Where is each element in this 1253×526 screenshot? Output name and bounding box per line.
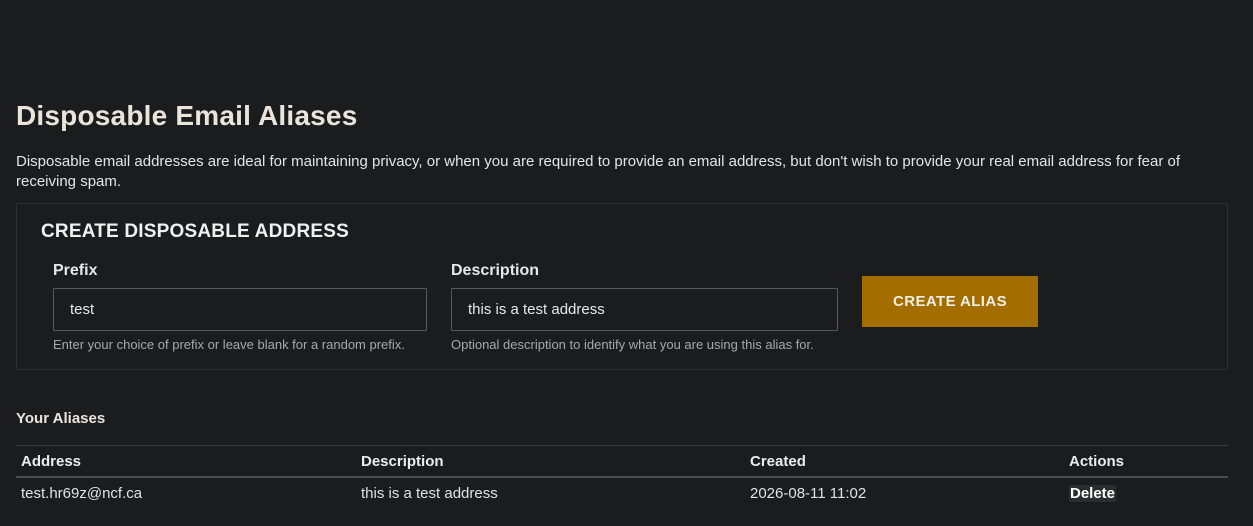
description-field-group: Description Optional description to iden…: [451, 262, 838, 352]
description-help-text: Optional description to identify what yo…: [451, 337, 814, 352]
create-alias-card: CREATE DISPOSABLE ADDRESS Prefix Enter y…: [16, 203, 1228, 370]
column-header-created: Created: [745, 445, 1064, 478]
page: Disposable Email Aliases Disposable emai…: [0, 0, 1253, 526]
create-alias-button[interactable]: CREATE ALIAS: [862, 276, 1038, 327]
aliases-section-title: Your Aliases: [16, 410, 106, 427]
table-row: test.hr69z@ncf.ca this is a test address…: [16, 477, 1228, 508]
column-header-actions: Actions: [1064, 445, 1228, 478]
page-title: Disposable Email Aliases: [16, 100, 358, 131]
prefix-label: Prefix: [53, 262, 98, 279]
alias-description: this is a test address: [361, 484, 498, 502]
column-header-description: Description: [356, 445, 745, 478]
delete-alias-button[interactable]: Delete: [1069, 484, 1117, 502]
prefix-field-group: Prefix Enter your choice of prefix or le…: [53, 262, 427, 352]
table-header-row: Address Description Created Actions: [16, 445, 1228, 478]
description-input[interactable]: [451, 288, 838, 331]
prefix-input[interactable]: [53, 288, 427, 331]
aliases-table: Address Description Created Actions test…: [16, 445, 1228, 508]
prefix-help-text: Enter your choice of prefix or leave bla…: [53, 337, 405, 352]
description-label: Description: [451, 262, 540, 279]
intro-text: Disposable email addresses are ideal for…: [16, 153, 1181, 190]
alias-created: 2026-08-11 11:02: [750, 484, 867, 502]
create-card-title: CREATE DISPOSABLE ADDRESS: [41, 221, 349, 242]
alias-actions-cell: Delete: [1064, 477, 1228, 508]
column-header-address: Address: [16, 445, 356, 478]
alias-address: test.hr69z@ncf.ca: [21, 484, 143, 502]
